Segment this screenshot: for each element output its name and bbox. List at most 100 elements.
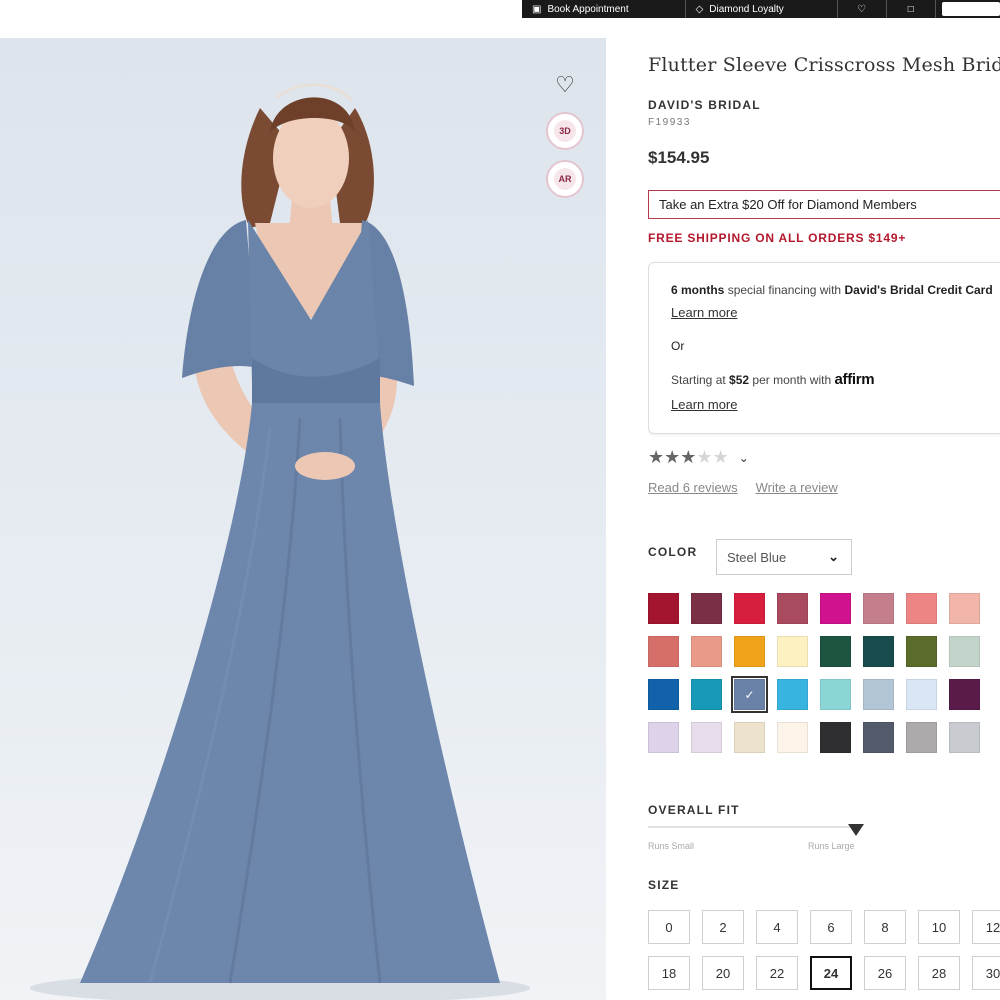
affirm-monthly-amount: $52 [729,373,750,387]
wishlist-button[interactable]: ♡ [548,68,582,102]
color-swatch[interactable] [777,722,808,753]
fit-runs-small-label: Runs Small [648,841,695,851]
color-swatch[interactable] [777,679,808,710]
fit-runs-large-label: Runs Large [808,841,855,851]
color-swatch[interactable] [777,593,808,624]
color-swatch[interactable] [734,636,765,667]
learn-more-affirm-link[interactable]: Learn more [671,397,737,412]
product-price: $154.95 [648,148,710,167]
color-swatch[interactable] [648,722,679,753]
view-3d-label: 3D [554,120,576,142]
read-reviews-link[interactable]: Read 6 reviews [648,480,738,495]
color-swatch[interactable] [906,722,937,753]
size-option[interactable]: 30 [972,956,1000,990]
review-links: Read 6 reviews Write a review [648,480,838,495]
financing-special-text: special financing with [727,283,842,297]
star-filled-icon: ★ [680,447,697,467]
size-option-grid: 0 2 4 6 8 10 12 18 20 22 24 26 28 30 [648,910,1000,990]
free-shipping-text: FREE SHIPPING ON ALL ORDERS $149+ [648,231,907,245]
size-option[interactable]: 12 [972,910,1000,944]
color-swatch[interactable] [906,679,937,710]
affirm-offer: Starting at $52 per month with affirm [671,371,875,388]
color-swatch[interactable] [691,722,722,753]
color-swatch[interactable] [906,636,937,667]
color-swatch[interactable] [820,722,851,753]
color-swatch[interactable] [906,593,937,624]
color-swatch[interactable] [691,636,722,667]
size-option[interactable]: 0 [648,910,690,944]
star-filled-icon: ★ [648,447,665,467]
overall-fit-label: OVERALL FIT [648,803,740,817]
chevron-down-icon: ⌄ [828,549,839,564]
size-option[interactable]: 18 [648,956,690,990]
chevron-down-icon[interactable]: ⌄ [739,451,749,465]
write-review-link[interactable]: Write a review [756,480,838,495]
book-appointment-label: Book Appointment [547,3,629,15]
color-swatch[interactable] [820,593,851,624]
financing-or-text: Or [671,339,685,353]
color-swatch[interactable] [731,676,768,713]
calendar-icon: ▣ [532,3,542,15]
view-3d-button[interactable]: 3D [546,112,584,150]
size-option[interactable]: 6 [810,910,852,944]
size-option[interactable]: 8 [864,910,906,944]
color-label: COLOR [648,545,698,559]
star-empty-icon: ★ [712,447,729,467]
product-image[interactable]: ♡ 3D AR [0,38,606,1000]
size-option[interactable]: 22 [756,956,798,990]
star-empty-icon: ★ [696,447,713,467]
color-swatch[interactable] [949,722,980,753]
star-filled-icon: ★ [664,447,681,467]
view-ar-button[interactable]: AR [546,160,584,198]
color-dropdown-value: Steel Blue [727,549,787,565]
color-swatch[interactable] [949,679,980,710]
color-dropdown[interactable]: Steel Blue ⌄ [716,539,852,575]
affirm-per-month-text: per month with [752,373,832,387]
color-swatch[interactable] [863,722,894,753]
size-option[interactable]: 24 [810,956,852,990]
view-ar-label: AR [554,168,576,190]
color-swatch[interactable] [648,636,679,667]
financing-box: 6 months special financing with David's … [648,262,1000,434]
size-label: SIZE [648,878,680,892]
color-swatch[interactable] [863,593,894,624]
fit-scale-marker [848,824,864,836]
size-option[interactable]: 28 [918,956,960,990]
affirm-logo: affirm [834,371,875,388]
size-option[interactable]: 4 [756,910,798,944]
product-sku: F19933 [648,117,691,128]
image-action-column: ♡ 3D AR [543,68,587,198]
size-option[interactable]: 26 [864,956,906,990]
size-option[interactable]: 2 [702,910,744,944]
color-swatch[interactable] [734,722,765,753]
color-swatch[interactable] [691,679,722,710]
diamond-promo-banner[interactable]: Take an Extra $20 Off for Diamond Member… [648,190,1000,219]
diamond-promo-text: Take an Extra $20 Off for Diamond Member… [659,197,917,212]
star-rating[interactable]: ★ ★ ★ ★ ★ ⌄ [648,447,749,468]
product-details-panel: Flutter Sleeve Crisscross Mesh Bridesmai… [648,0,1000,1000]
credit-card-offer: 6 months special financing with David's … [671,283,993,297]
financing-card-name: David's Bridal Credit Card [844,283,993,297]
product-title: Flutter Sleeve Crisscross Mesh Bridesmai… [648,54,1000,76]
financing-months: 6 months [671,283,725,297]
color-swatch[interactable] [820,679,851,710]
color-swatch[interactable] [691,593,722,624]
heart-icon: ♡ [555,72,575,97]
color-swatch[interactable] [949,636,980,667]
size-option[interactable]: 20 [702,956,744,990]
color-swatch[interactable] [949,593,980,624]
size-option[interactable]: 10 [918,910,960,944]
color-swatch[interactable] [820,636,851,667]
color-swatch-grid [648,593,980,753]
fit-scale-track [648,826,856,828]
affirm-starting-text: Starting at [671,373,726,387]
product-brand[interactable]: DAVID'S BRIDAL [648,98,761,112]
color-swatch[interactable] [648,593,679,624]
color-swatch[interactable] [734,593,765,624]
color-swatch[interactable] [863,679,894,710]
color-swatch[interactable] [863,636,894,667]
color-swatch[interactable] [777,636,808,667]
dress-model-illustration [30,83,530,1000]
color-swatch[interactable] [648,679,679,710]
learn-more-credit-link[interactable]: Learn more [671,305,737,320]
